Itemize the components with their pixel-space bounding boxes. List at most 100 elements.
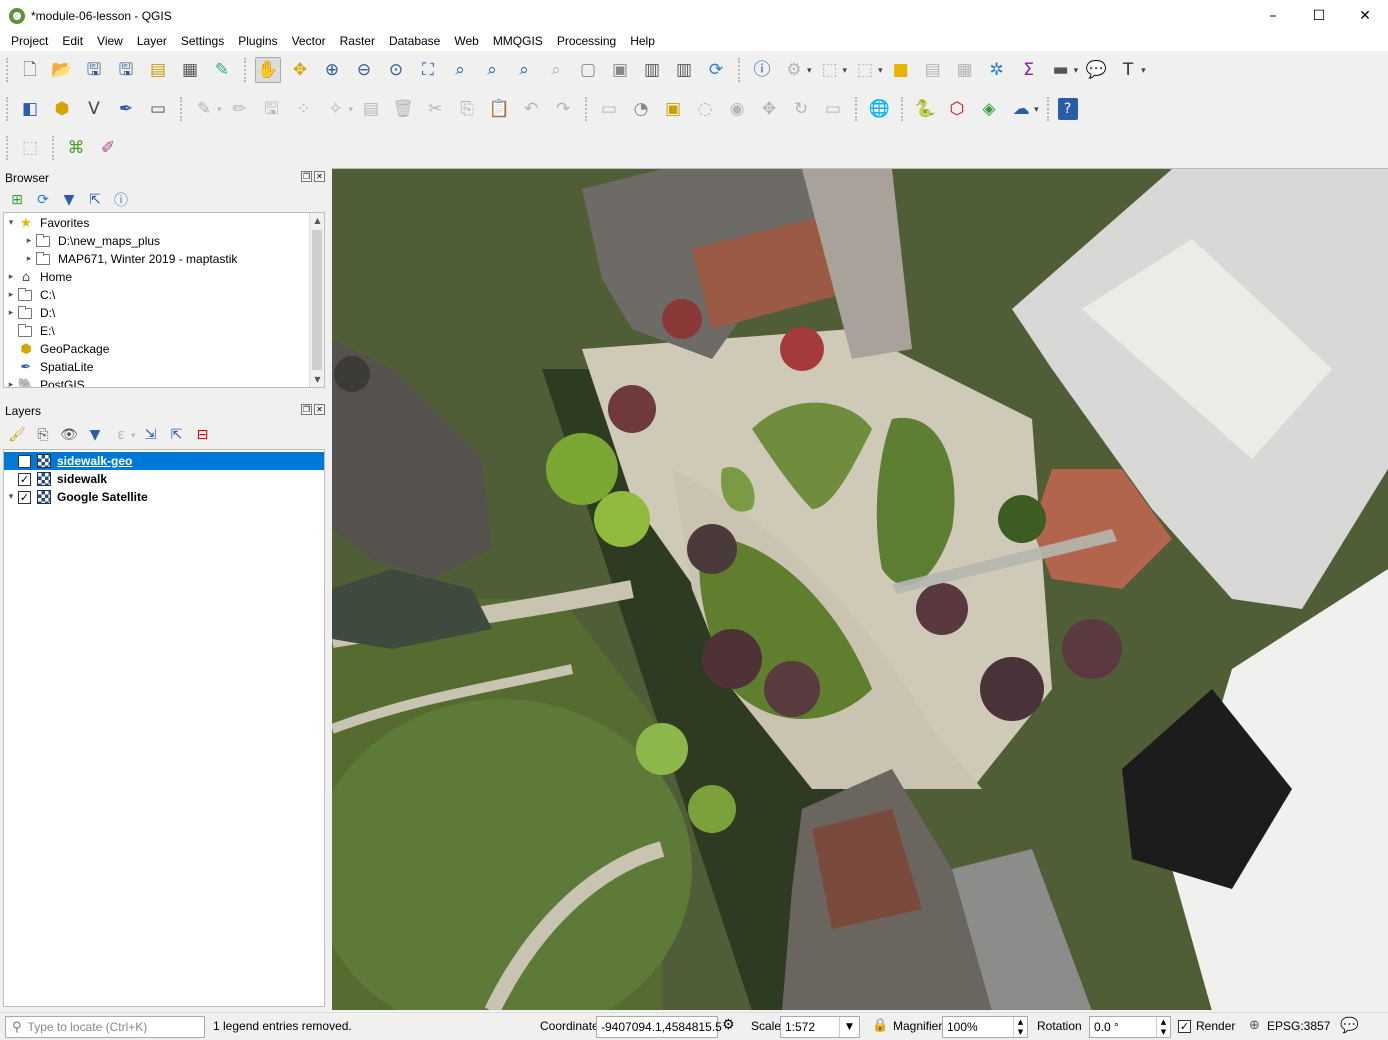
close-panel-icon[interactable]: ✕ <box>314 171 325 182</box>
layout-manager-icon[interactable]: ▦ <box>177 57 203 83</box>
lock-scale-icon[interactable]: 🔒 <box>872 1018 888 1033</box>
pin-labels-icon[interactable]: ◌ <box>692 96 718 122</box>
rotation-spinbox[interactable]: 0.0 ° ▲ ▼ <box>1089 1016 1171 1038</box>
new-print-layout-icon[interactable]: ▤ <box>145 57 171 83</box>
menu-plugins[interactable]: Plugins <box>231 34 284 48</box>
georeferencer-icon[interactable]: ⌘ <box>63 135 89 161</box>
layer-row-google-satellite[interactable]: ▾ ✓ Google Satellite <box>4 488 324 506</box>
browser-item-favorites[interactable]: ▾ ★ Favorites <box>4 214 324 232</box>
text-annotation-icon[interactable]: T <box>1115 57 1141 83</box>
toolbar-grip[interactable] <box>585 97 589 121</box>
identify-features-icon[interactable]: ⓘ <box>749 57 775 83</box>
action-icon[interactable]: ⚙ <box>781 57 807 83</box>
properties-info-icon[interactable]: ⓘ <box>111 190 131 210</box>
menu-settings[interactable]: Settings <box>174 34 231 48</box>
stop-sign-icon[interactable]: ⬡ <box>944 96 970 122</box>
map-tips-icon[interactable]: 💬 <box>1083 57 1109 83</box>
modify-attributes-icon[interactable]: ▤ <box>358 96 384 122</box>
cut-features-icon[interactable]: ✂ <box>422 96 448 122</box>
paste-features-icon[interactable]: 📋 <box>486 96 512 122</box>
toolbar-grip[interactable] <box>901 97 905 121</box>
minimize-button[interactable]: – <box>1250 0 1296 31</box>
layer-labeling-icon[interactable]: ▭ <box>596 96 622 122</box>
collapse-all-icon[interactable]: ⇱ <box>167 425 187 445</box>
add-selected-layers-icon[interactable]: ⊞ <box>7 190 27 210</box>
scroll-down-icon[interactable]: ▼ <box>310 372 324 387</box>
browser-item-postgis[interactable]: ▸ 🐘 PostGIS <box>4 376 324 388</box>
browser-item-e-drive[interactable]: E:\ <box>4 322 324 340</box>
filter-legend-icon[interactable]: ▼ <box>85 425 105 445</box>
zoom-last-icon[interactable]: ⌕ <box>511 57 537 83</box>
browser-scrollbar[interactable]: ▲ ▼ <box>309 213 324 387</box>
menu-web[interactable]: Web <box>447 34 485 48</box>
toolbar-grip[interactable] <box>738 58 742 82</box>
layer-row-sidewalk[interactable]: ✓ sidewalk <box>4 470 324 488</box>
attribute-table-icon[interactable]: ▤ <box>920 57 946 83</box>
remove-layer-icon[interactable]: ⊟ <box>193 425 213 445</box>
browser-item-c-drive[interactable]: ▸ C:\ <box>4 286 324 304</box>
expand-arrow-icon[interactable]: ▸ <box>4 308 18 318</box>
expand-arrow-icon[interactable]: ▾ <box>4 218 18 228</box>
toggle-editing-icon[interactable]: ✏ <box>227 96 253 122</box>
browser-item-d-drive[interactable]: ▸ D:\ <box>4 304 324 322</box>
browser-item-spatialite[interactable]: ✒ SpatiaLite <box>4 358 324 376</box>
new-3d-map-view-icon[interactable]: ▣ <box>607 57 633 83</box>
zoom-native-icon[interactable]: ⊙ <box>383 57 409 83</box>
new-geopackage-layer-icon[interactable]: ⬢ <box>49 96 75 122</box>
delete-selected-icon[interactable]: 🗑 <box>390 96 416 122</box>
processing-toolbox-icon[interactable]: ✲ <box>984 57 1010 83</box>
browser-item-map671[interactable]: ▸ MAP671, Winter 2019 - maptastik <box>4 250 324 268</box>
expand-arrow-icon[interactable]: ▸ <box>4 272 18 282</box>
menu-project[interactable]: Project <box>4 34 55 48</box>
expand-arrow-icon[interactable]: ▸ <box>4 380 18 387</box>
redo-icon[interactable]: ↷ <box>550 96 576 122</box>
menu-processing[interactable]: Processing <box>550 34 623 48</box>
vertex-tool-icon[interactable]: ✧ <box>323 96 349 122</box>
style-panel-icon[interactable]: 🖌 <box>7 425 27 445</box>
menu-edit[interactable]: Edit <box>55 34 90 48</box>
select-by-value-icon[interactable]: ⬚ <box>852 57 878 83</box>
new-spatialite-layer-icon[interactable]: ✒ <box>113 96 139 122</box>
new-shapefile-layer-icon[interactable]: V <box>81 96 107 122</box>
map-canvas[interactable] <box>332 168 1388 1010</box>
highlight-pinned-labels-icon[interactable]: ▣ <box>660 96 686 122</box>
new-bookmark-icon[interactable]: ▥ <box>639 57 665 83</box>
spin-arrows-icon[interactable]: ▲ ▼ <box>1013 1017 1027 1037</box>
rotate-label-icon[interactable]: ↻ <box>788 96 814 122</box>
chevron-down-icon[interactable]: ▼ <box>839 1017 859 1037</box>
layer-visibility-checkbox[interactable]: ✓ <box>18 472 31 486</box>
current-edits-icon[interactable]: ✎ <box>191 96 217 122</box>
scale-combobox[interactable]: 1:572 ▼ <box>780 1016 860 1038</box>
browser-item-new-maps-plus[interactable]: ▸ D:\new_maps_plus <box>4 232 324 250</box>
measure-line-icon[interactable]: ▬ <box>1048 57 1074 83</box>
toolbar-grip[interactable] <box>6 58 10 82</box>
pan-to-selection-icon[interactable]: ✥ <box>287 57 313 83</box>
render-checkbox[interactable]: ✓ <box>1178 1020 1191 1033</box>
zoom-to-layer-icon[interactable]: ⌕ <box>479 57 505 83</box>
select-features-icon[interactable]: ⬚ <box>817 57 843 83</box>
zoom-next-icon[interactable]: ⌕ <box>543 57 569 83</box>
toggle-extents-icon[interactable]: ⚙ <box>722 1017 735 1033</box>
show-hide-labels-icon[interactable]: ◉ <box>724 96 750 122</box>
expand-all-icon[interactable]: ⇲ <box>141 425 161 445</box>
save-project-icon[interactable]: 🖫 <box>81 57 107 83</box>
refresh-icon[interactable]: ⟳ <box>703 57 729 83</box>
layer-diagram-icon[interactable]: ◔ <box>628 96 654 122</box>
new-temporary-layer-icon[interactable]: ▭ <box>145 96 171 122</box>
spin-arrows-icon[interactable]: ▲ ▼ <box>1156 1017 1170 1037</box>
undo-icon[interactable]: ↶ <box>518 96 544 122</box>
toolbar-grip[interactable] <box>180 97 184 121</box>
mmqgis-globe-icon[interactable]: 🌐 <box>866 96 892 122</box>
zoom-in-icon[interactable]: ⊕ <box>319 57 345 83</box>
scroll-up-icon[interactable]: ▲ <box>310 213 324 228</box>
crs-label[interactable]: EPSG:3857 <box>1267 1019 1330 1033</box>
expand-arrow-icon[interactable]: ▸ <box>4 290 18 300</box>
pan-map-icon[interactable]: ✋ <box>255 57 281 83</box>
maximize-button[interactable]: ☐ <box>1296 0 1342 31</box>
menu-raster[interactable]: Raster <box>333 34 382 48</box>
deselect-all-icon[interactable]: ■ <box>888 57 914 83</box>
messages-icon[interactable]: 💬 <box>1340 1016 1359 1034</box>
menu-vector[interactable]: Vector <box>285 34 333 48</box>
browser-item-geopackage[interactable]: ⬢ GeoPackage <box>4 340 324 358</box>
copy-features-icon[interactable]: ⎘ <box>454 96 480 122</box>
